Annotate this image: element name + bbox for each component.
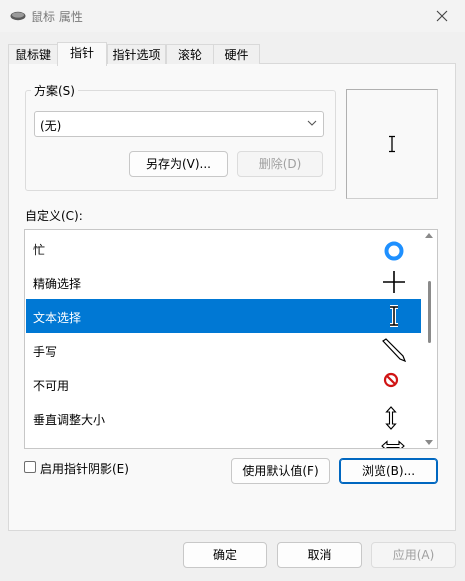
list-item-label: 精确选择 — [33, 277, 82, 291]
list-item-label: 手写 — [33, 345, 58, 359]
list-item[interactable]: 手写 — [26, 333, 421, 367]
list-item[interactable]: 忙 — [26, 231, 421, 265]
list-item-label: 不可用 — [33, 379, 70, 393]
list-item[interactable]: 垂直调整大小 — [26, 401, 421, 435]
close-icon — [436, 10, 448, 22]
chevron-down-icon — [307, 120, 317, 126]
shadow-checkbox-label: 启用指针阴影(E) — [40, 462, 129, 476]
scroll-thumb[interactable] — [428, 281, 431, 343]
cursor-preview — [346, 89, 438, 199]
window-title: 鼠标 属性 — [31, 10, 83, 24]
text-beam-icon — [390, 305, 398, 327]
mouse-app-icon — [10, 11, 26, 21]
title-bar: 鼠标 属性 — [0, 0, 465, 32]
crosshair-icon — [383, 271, 405, 293]
horizontal-resize-icon — [381, 440, 405, 448]
tab-pointer-options[interactable]: 指针选项 — [107, 44, 166, 64]
list-item[interactable]: 不可用 — [26, 367, 421, 401]
unavailable-icon — [383, 372, 399, 388]
browse-button[interactable]: 浏览(B)... — [339, 458, 438, 484]
scroll-up-icon[interactable] — [425, 233, 433, 238]
text-beam-icon — [389, 135, 395, 153]
delete-button[interactable]: 删除(D) — [237, 151, 323, 177]
scheme-selected-value: (无) — [40, 119, 62, 133]
list-item-label: 忙 — [33, 243, 46, 257]
list-item[interactable]: 文本选择 — [26, 299, 421, 333]
use-default-button[interactable]: 使用默认值(F) — [231, 458, 330, 484]
vertical-resize-icon — [385, 406, 397, 430]
list-item-label: 文本选择 — [33, 311, 82, 325]
customize-label: 自定义(C): — [25, 209, 83, 223]
scroll-down-icon[interactable] — [425, 440, 433, 445]
pen-icon — [382, 338, 407, 363]
close-button[interactable] — [419, 0, 465, 32]
save-as-button[interactable]: 另存为(V)... — [129, 151, 228, 177]
tab-pointers[interactable]: 指针 — [57, 42, 107, 66]
list-item-label: 垂直调整大小 — [33, 413, 106, 427]
ok-button[interactable]: 确定 — [183, 542, 267, 568]
cursor-list[interactable]: 忙 精确选择 文本选择 手写 不可用 垂直调整大小 — [24, 229, 438, 449]
scheme-label: 方案(S) — [31, 82, 78, 99]
list-item[interactable]: 精确选择 — [26, 265, 421, 299]
scheme-dropdown[interactable]: (无) — [34, 111, 324, 137]
tab-buttons[interactable]: 鼠标键 — [8, 44, 58, 64]
tab-wheel[interactable]: 滚轮 — [166, 44, 214, 64]
cancel-button[interactable]: 取消 — [277, 542, 362, 568]
list-item[interactable] — [26, 435, 421, 448]
tab-hardware[interactable]: 硬件 — [213, 44, 260, 64]
list-scrollbar[interactable] — [422, 231, 436, 447]
shadow-checkbox[interactable] — [24, 461, 36, 473]
busy-ring-icon — [384, 241, 404, 261]
apply-button[interactable]: 应用(A) — [371, 542, 456, 568]
